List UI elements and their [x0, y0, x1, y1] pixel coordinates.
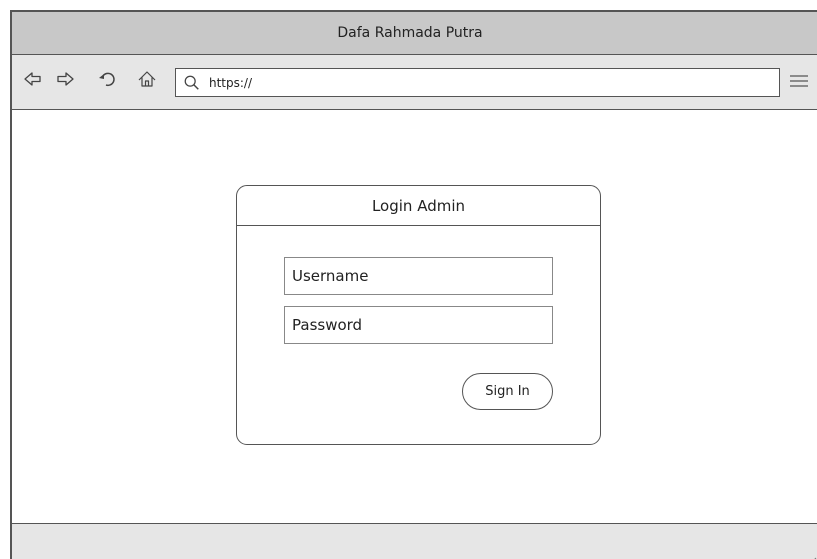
- search-icon: [181, 72, 203, 94]
- password-input[interactable]: [285, 307, 552, 343]
- home-icon[interactable]: [136, 68, 158, 90]
- browser-toolbar: [12, 55, 817, 110]
- login-header: Login Admin: [237, 186, 600, 226]
- page-content: Login Admin Sign In: [12, 110, 817, 524]
- status-bar: [12, 523, 817, 559]
- login-title: Login Admin: [371, 196, 466, 215]
- resize-grip-icon[interactable]: [803, 554, 817, 559]
- username-field[interactable]: [284, 257, 553, 295]
- signin-button[interactable]: Sign In: [462, 373, 553, 410]
- back-icon[interactable]: [22, 68, 44, 90]
- reload-icon[interactable]: [96, 68, 118, 90]
- forward-icon[interactable]: [54, 68, 76, 90]
- url-input[interactable]: [209, 75, 769, 90]
- address-bar[interactable]: [175, 68, 780, 97]
- window-title: Dafa Rahmada Putra: [337, 25, 483, 41]
- browser-window: Dafa Rahmada Putra Login Admin: [10, 10, 817, 559]
- menu-icon[interactable]: [788, 70, 810, 92]
- login-card: Login Admin Sign In: [236, 185, 601, 445]
- username-input[interactable]: [285, 258, 552, 294]
- password-field[interactable]: [284, 306, 553, 344]
- title-bar: Dafa Rahmada Putra: [12, 12, 817, 55]
